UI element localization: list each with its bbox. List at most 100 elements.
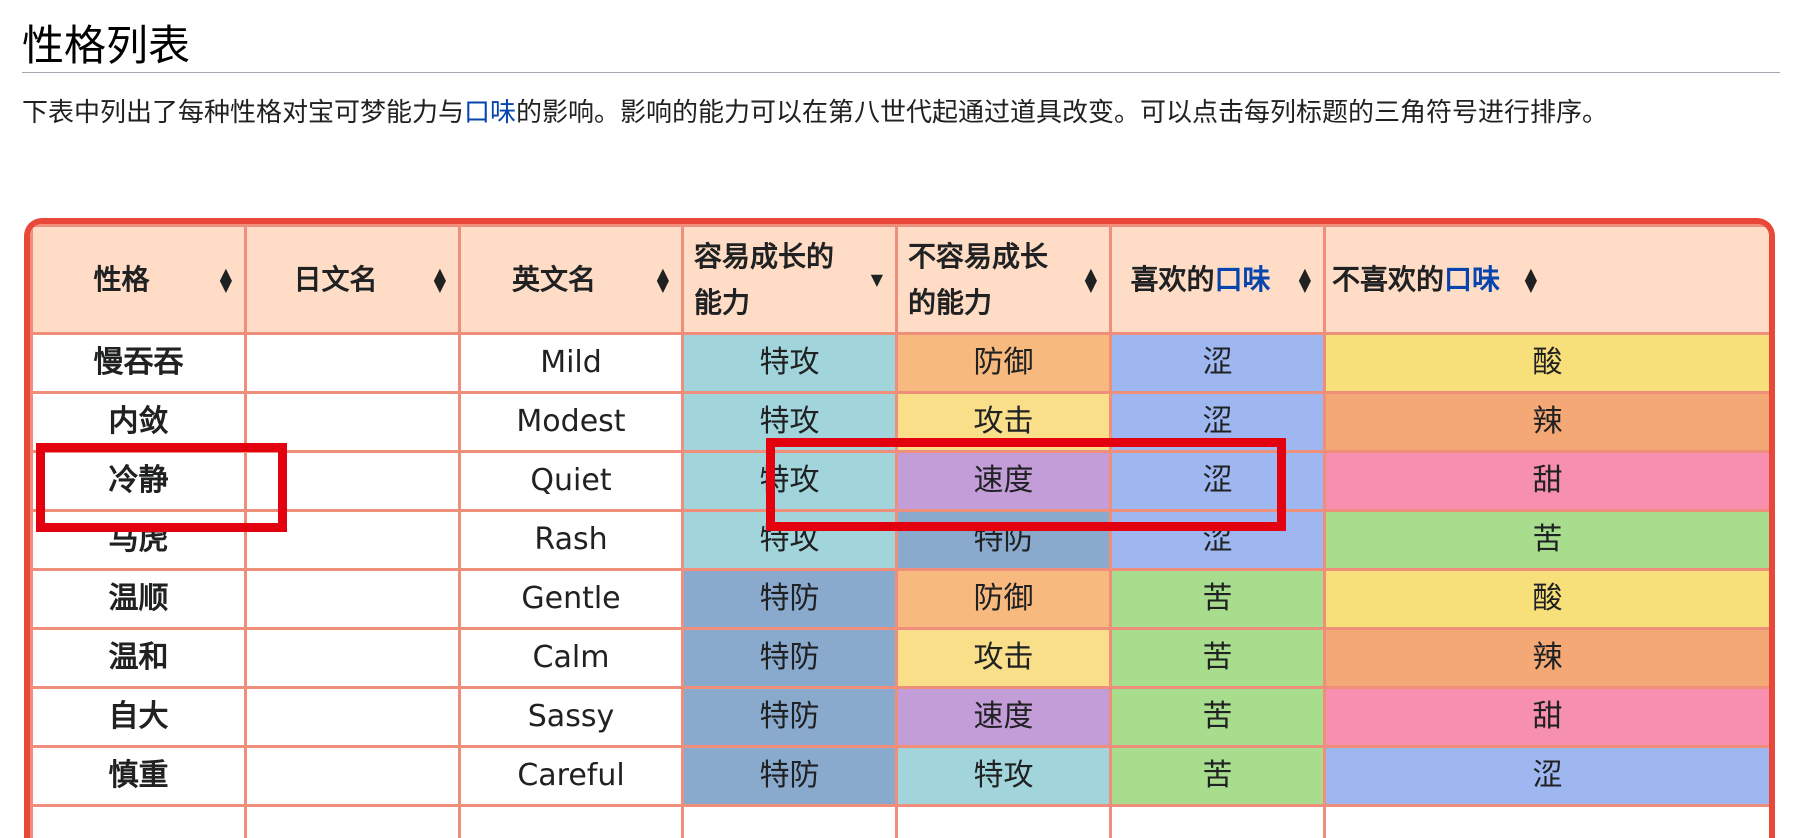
decreased-stat-cell: 攻击 [897,393,1111,452]
liked-flavor-cell: 涩 [1111,452,1325,511]
increased-stat-cell: 特防 [683,629,897,688]
table-row: 温和Calm特防攻击苦辣 [32,629,1771,688]
decreased-stat-cell: 防御 [897,334,1111,393]
header-increased-stat[interactable]: 容易成长的能力 ▼ [683,226,897,334]
increased-stat-cell: 特攻 [683,452,897,511]
english-name-cell: Calm [460,629,683,688]
intro-paragraph: 下表中列出了每种性格对宝可梦能力与口味的影响。影响的能力可以在第八世代起通过道具… [22,92,1780,135]
increased-stat-cell: 特攻 [683,334,897,393]
disliked-flavor-cell: 涩 [1325,747,1771,806]
nature-cell: 马虎 [32,511,246,570]
japanese-name-cell [246,747,460,806]
sort-both-icon[interactable]: ▲▼ [434,268,446,292]
header-disliked-flavor-link[interactable]: 口味 [1444,257,1500,303]
japanese-name-cell [246,334,460,393]
english-name-cell: Sassy [460,688,683,747]
liked-flavor-cell: 苦 [1111,629,1325,688]
liked-flavor-cell [1111,806,1325,838]
disliked-flavor-cell: 苦 [1325,511,1771,570]
liked-flavor-cell: 涩 [1111,511,1325,570]
decreased-stat-cell: 特防 [897,511,1111,570]
disliked-flavor-cell: 辣 [1325,629,1771,688]
english-name-cell [460,806,683,838]
sort-both-icon[interactable]: ▲▼ [220,268,232,292]
english-name-cell: Mild [460,334,683,393]
disliked-flavor-cell: 甜 [1325,688,1771,747]
header-disliked-prefix: 不喜欢的 [1332,257,1444,303]
japanese-name-cell [246,570,460,629]
sort-both-icon[interactable]: ▲▼ [1299,268,1311,292]
nature-cell: 慢吞吞 [32,334,246,393]
table-body: 慢吞吞Mild特攻防御涩酸内敛Modest特攻攻击涩辣冷静Quiet特攻速度涩甜… [32,334,1771,838]
sort-both-icon[interactable]: ▲▼ [657,268,669,292]
japanese-name-cell [246,806,460,838]
disliked-flavor-cell: 酸 [1325,570,1771,629]
increased-stat-cell: 特防 [683,688,897,747]
table-row [32,806,1771,838]
table-row: 慎重Careful特防特攻苦涩 [32,747,1771,806]
disliked-flavor-cell [1325,806,1771,838]
intro-text-after: 的影响。影响的能力可以在第八世代起通过道具改变。可以点击每列标题的三角符号进行排… [516,98,1608,128]
flavor-link[interactable]: 口味 [464,98,516,128]
english-name-cell: Modest [460,393,683,452]
intro-text-before: 下表中列出了每种性格对宝可梦能力与 [22,98,464,128]
header-liked-prefix: 喜欢的 [1130,257,1214,303]
decreased-stat-cell: 速度 [897,452,1111,511]
table-row: 温顺Gentle特防防御苦酸 [32,570,1771,629]
table-row: 马虎 Rash特攻特防涩苦 [32,511,1771,570]
header-japanese-name[interactable]: 日文名 ▲▼ [246,226,460,334]
table-header-row: 性格 ▲▼ 日文名 ▲▼ 英文名 ▲▼ 容易成长的能力 ▼ 不容易成长的能力 [32,226,1771,334]
section-heading: 性格列表 [22,20,1780,73]
english-name-cell: Gentle [460,570,683,629]
increased-stat-cell: 特防 [683,570,897,629]
english-name-cell: Careful [460,747,683,806]
table-row: 冷静 Quiet特攻速度涩甜 [32,452,1771,511]
japanese-name-cell [246,511,460,570]
nature-cell [32,806,246,838]
header-nature-label: 性格 [93,257,149,303]
header-decreased-stat[interactable]: 不容易成长的能力 ▲▼ [897,226,1111,334]
sort-both-icon[interactable]: ▲▼ [1085,268,1097,292]
increased-stat-cell: 特攻 [683,393,897,452]
nature-table-frame: 性格 ▲▼ 日文名 ▲▼ 英文名 ▲▼ 容易成长的能力 ▼ 不容易成长的能力 [24,218,1775,838]
increased-stat-cell [683,806,897,838]
table-row: 自大 Sassy特防速度苦甜 [32,688,1771,747]
japanese-name-cell [246,452,460,511]
table-row: 内敛 Modest特攻攻击涩辣 [32,393,1771,452]
nature-cell: 内敛 [32,393,246,452]
nature-cell: 冷静 [32,452,246,511]
header-disliked-flavor[interactable]: 不喜欢的口味 ▲▼ [1325,226,1771,334]
liked-flavor-cell: 涩 [1111,393,1325,452]
nature-cell: 慎重 [32,747,246,806]
section-title: 性格列表 [22,20,190,72]
liked-flavor-cell: 苦 [1111,688,1325,747]
liked-flavor-cell: 苦 [1111,747,1325,806]
increased-stat-cell: 特攻 [683,511,897,570]
japanese-name-cell [246,688,460,747]
header-nature[interactable]: 性格 ▲▼ [32,226,246,334]
disliked-flavor-cell: 酸 [1325,334,1771,393]
nature-cell: 自大 [32,688,246,747]
header-liked-flavor[interactable]: 喜欢的口味 ▲▼ [1111,226,1325,334]
decreased-stat-cell: 特攻 [897,747,1111,806]
header-english-name[interactable]: 英文名 ▲▼ [460,226,683,334]
decreased-stat-cell: 防御 [897,570,1111,629]
sort-both-icon[interactable]: ▲▼ [1525,268,1537,292]
disliked-flavor-cell: 甜 [1325,452,1771,511]
decreased-stat-cell: 速度 [897,688,1111,747]
disliked-flavor-cell: 辣 [1325,393,1771,452]
liked-flavor-cell: 涩 [1111,334,1325,393]
japanese-name-cell [246,629,460,688]
sort-down-icon[interactable]: ▼ [871,274,883,286]
decreased-stat-cell [897,806,1111,838]
header-decreased-label: 不容易成长的能力 [908,234,1065,326]
nature-table: 性格 ▲▼ 日文名 ▲▼ 英文名 ▲▼ 容易成长的能力 ▼ 不容易成长的能力 [30,224,1772,838]
header-increased-label: 容易成长的能力 [694,234,851,326]
decreased-stat-cell: 攻击 [897,629,1111,688]
liked-flavor-cell: 苦 [1111,570,1325,629]
header-japanese-label: 日文名 [293,257,377,303]
english-name-cell: Quiet [460,452,683,511]
header-liked-flavor-link[interactable]: 口味 [1215,257,1271,303]
header-english-label: 英文名 [512,257,596,303]
english-name-cell: Rash [460,511,683,570]
